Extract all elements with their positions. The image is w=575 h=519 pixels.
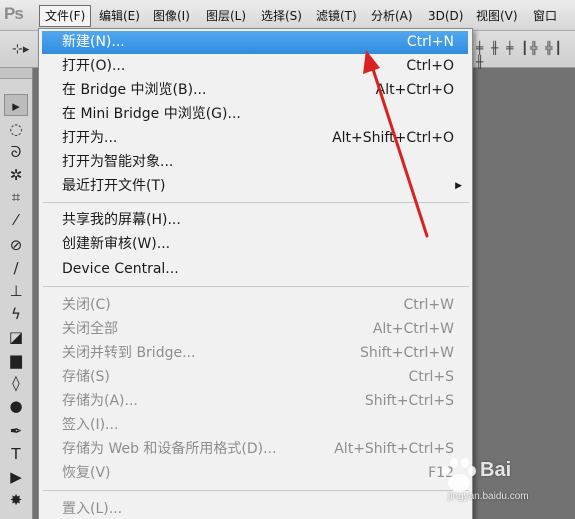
path-selection-tool-icon[interactable]: ▶ [4, 466, 28, 488]
menu-item-share-screen[interactable]: 共享我的屏幕(H)... [42, 209, 468, 232]
gradient-tool-icon[interactable]: ▆ [4, 349, 28, 371]
pen-tool-icon[interactable]: ✒ [4, 420, 28, 442]
marquee-tool-icon[interactable]: ◌ [4, 118, 28, 140]
menu-file[interactable]: 文件(F) [39, 5, 92, 27]
menu-item-label: 关闭全部 [62, 321, 118, 337]
menu-item-place[interactable]: 置入(L)... [42, 498, 468, 519]
menu-item-open-as[interactable]: 打开为... Alt+Shift+Ctrl+O [42, 127, 468, 150]
move-tool-option-icon[interactable]: ⊹▸ [12, 42, 29, 57]
menu-edit[interactable]: 编辑(E) [94, 5, 145, 27]
photoshop-window: Ps 文件(F) 编辑(E) 图像(I) 图层(L) 选择(S) 滤镜(T) 分… [0, 0, 575, 519]
menu-analysis[interactable]: 分析(A) [366, 5, 418, 27]
shape-tool-icon[interactable]: ✸ [4, 489, 28, 511]
crop-tool-icon[interactable]: ⌗ [4, 186, 28, 208]
healing-brush-tool-icon[interactable]: ⊘ [4, 234, 28, 256]
menu-item-label: 签入(I)... [62, 417, 119, 433]
menu-image[interactable]: 图像(I) [148, 5, 195, 27]
history-brush-tool-icon[interactable]: ϟ [4, 303, 28, 325]
tools-panel: ▸ ◌ ᘐ ✲ ⌗ ⁄ ⊘ ∕ ⊥ ϟ ◪ ▆ ◊ ● ✒ T ▶ ✸ [0, 68, 33, 519]
menu-item-close-all[interactable]: 关闭全部 Alt+Ctrl+W [42, 318, 468, 341]
type-tool-icon[interactable]: T [4, 443, 28, 465]
menu-item-label: 在 Bridge 中浏览(B)... [62, 82, 207, 98]
menu-item-label: 在 Mini Bridge 中浏览(G)... [62, 106, 241, 122]
eraser-tool-icon[interactable]: ◪ [4, 326, 28, 348]
menu-item-save-as[interactable]: 存储为(A)... Shift+Ctrl+S [42, 390, 468, 413]
menu-item-label: 存储(S) [62, 369, 110, 385]
menu-item-save-for-web[interactable]: 存储为 Web 和设备所用格式(D)... Alt+Shift+Ctrl+S [42, 438, 468, 461]
menu-item-shortcut: Shift+Ctrl+S [364, 393, 454, 409]
menu-item-label: 打开为... [62, 130, 118, 146]
menu-item-shortcut: Ctrl+S [408, 369, 454, 385]
menu-item-label: 打开(O)... [62, 58, 126, 74]
paw-logo-icon [442, 458, 476, 492]
menu-item-open[interactable]: 打开(O)... Ctrl+O [42, 55, 468, 78]
menu-item-label: 存储为(A)... [62, 393, 138, 409]
menu-item-revert[interactable]: 恢复(V) F12 [42, 462, 468, 485]
dodge-tool-icon[interactable]: ● [4, 395, 28, 417]
brush-tool-icon[interactable]: ∕ [4, 257, 28, 279]
menu-item-save[interactable]: 存储(S) Ctrl+S [42, 366, 468, 389]
menu-item-label: 存储为 Web 和设备所用格式(D)... [62, 441, 277, 457]
menu-item-shortcut: Ctrl+N [406, 34, 454, 50]
menu-item-create-review[interactable]: 创建新审核(W)... [42, 233, 468, 256]
menu-item-label: 创建新审核(W)... [62, 236, 171, 252]
baidu-watermark: Bai jingyan.baidu.com [420, 455, 570, 515]
menu-layer[interactable]: 图层(L) [201, 5, 251, 27]
menu-item-browse-bridge[interactable]: 在 Bridge 中浏览(B)... Alt+Ctrl+O [42, 79, 468, 102]
menu-divider [43, 490, 469, 491]
menu-item-shortcut: Ctrl+W [403, 297, 454, 313]
magic-wand-tool-icon[interactable]: ✲ [4, 164, 28, 186]
menu-divider [43, 286, 469, 287]
menu-item-shortcut: Shift+Ctrl+W [359, 345, 454, 361]
file-menu-dropdown: 新建(N)... Ctrl+N 打开(O)... Ctrl+O 在 Bridge… [38, 28, 473, 519]
eyedropper-tool-icon[interactable]: ⁄ [4, 209, 28, 231]
menu-item-close[interactable]: 关闭(C) Ctrl+W [42, 294, 468, 317]
menu-item-label: 置入(L)... [62, 501, 123, 517]
menu-item-shortcut: Ctrl+O [406, 58, 454, 74]
triangle-right-icon: ▶ [455, 181, 462, 191]
menu-item-close-go-bridge[interactable]: 关闭并转到 Bridge... Shift+Ctrl+W [42, 342, 468, 365]
lasso-tool-icon[interactable]: ᘐ [4, 141, 28, 163]
menu-item-open-smart-object[interactable]: 打开为智能对象... [42, 151, 468, 174]
move-tool-icon[interactable]: ▸ [4, 94, 28, 116]
align-icons-group[interactable]: ╪ ╫ ╪ ┃╬ ╬┃ ╫ [476, 41, 575, 69]
menu-item-label: Device Central... [62, 261, 179, 277]
menu-item-label: 新建(N)... [62, 34, 125, 50]
blur-tool-icon[interactable]: ◊ [4, 372, 28, 394]
clone-stamp-tool-icon[interactable]: ⊥ [4, 280, 28, 302]
menu-filter[interactable]: 滤镜(T) [311, 5, 362, 27]
menu-item-device-central[interactable]: Device Central... [42, 258, 468, 281]
ps-logo: Ps [4, 4, 24, 23]
watermark-url: jingyan.baidu.com [448, 491, 529, 502]
menu-view[interactable]: 视图(V) [471, 5, 523, 27]
watermark-text: Bai [480, 459, 512, 481]
menu-item-check-in[interactable]: 签入(I)... [42, 414, 468, 437]
menu-item-shortcut: Alt+Ctrl+W [372, 321, 454, 337]
menu-item-label: 打开为智能对象... [62, 154, 174, 170]
menu-item-recent-files[interactable]: 最近打开文件(T) ▶ [42, 175, 468, 198]
menu-item-label: 恢复(V) [62, 465, 111, 481]
menu-window[interactable]: 窗口(W) [528, 5, 575, 45]
menu-bar: Ps 文件(F) 编辑(E) 图像(I) 图层(L) 选择(S) 滤镜(T) 分… [0, 0, 575, 45]
menu-divider [43, 202, 469, 203]
menu-select[interactable]: 选择(S) [256, 5, 307, 27]
menu-item-label: 关闭并转到 Bridge... [62, 345, 196, 361]
menu-item-shortcut: Alt+Shift+Ctrl+O [332, 130, 454, 146]
menu-item-label: 最近打开文件(T) [62, 178, 166, 194]
menu-item-label: 关闭(C) [62, 297, 111, 313]
tools-panel-header[interactable] [0, 68, 32, 79]
menu-item-shortcut: Alt+Ctrl+O [375, 82, 454, 98]
menu-item-browse-mini-bridge[interactable]: 在 Mini Bridge 中浏览(G)... [42, 103, 468, 126]
menu-item-label: 共享我的屏幕(H)... [62, 212, 181, 228]
menu-3d[interactable]: 3D(D) [423, 5, 468, 27]
menu-item-new[interactable]: 新建(N)... Ctrl+N [42, 31, 468, 54]
